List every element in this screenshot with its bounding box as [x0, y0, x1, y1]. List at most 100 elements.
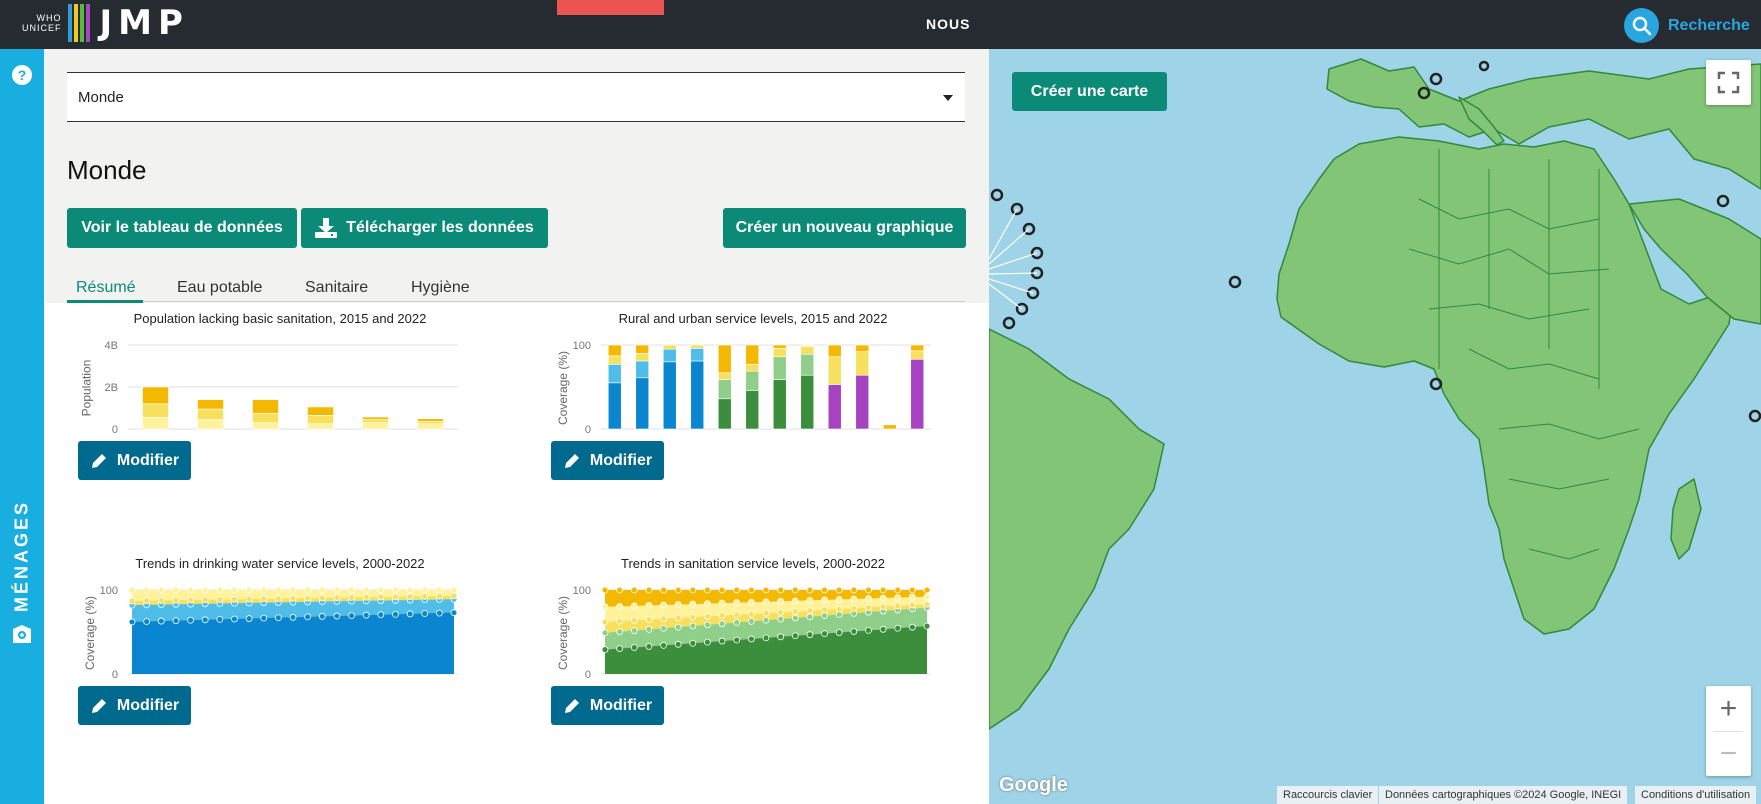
side-label-menages[interactable]: MÉNAGES [12, 500, 33, 612]
data-point [143, 618, 151, 625]
data-point [304, 594, 312, 602]
data-point [865, 626, 872, 634]
data-point [187, 616, 194, 624]
data-point [435, 592, 443, 600]
data-point [630, 602, 638, 610]
tab-sanitaire[interactable]: Sanitaire [305, 279, 368, 297]
data-point [821, 586, 828, 594]
pencil-icon [91, 453, 106, 468]
search-button[interactable]: Recherche [1624, 8, 1750, 43]
fullscreen-button[interactable] [1706, 60, 1751, 105]
zoom-controls: + − [1706, 686, 1751, 776]
data-point [201, 616, 209, 624]
data-point [289, 586, 297, 594]
zoom-in-button[interactable]: + [1706, 686, 1751, 731]
new-chart-button[interactable]: Créer un nouveau graphique [723, 208, 966, 248]
modify-button[interactable]: Modifier [551, 441, 664, 480]
data-point [747, 635, 755, 643]
data-point [806, 613, 814, 621]
view-data-table-button[interactable]: Voir le tableau de données [67, 208, 297, 248]
data-point [806, 596, 814, 604]
bar-segment [827, 344, 842, 358]
data-point [187, 596, 194, 604]
modify-label: Modifier [116, 451, 180, 469]
data-point [274, 614, 282, 622]
data-point [645, 626, 653, 633]
bar-segment [800, 346, 815, 355]
bar-segment [827, 384, 842, 430]
data-point [835, 586, 843, 594]
bar-segment [635, 353, 650, 362]
left-panel: Monde Monde Voir le tableau de données T… [44, 49, 989, 804]
create-map-button[interactable]: Créer une carte [1012, 72, 1167, 111]
chart-title: Population lacking basic sanitation, 201… [133, 311, 427, 326]
data-point [923, 622, 931, 630]
tab-hygiene[interactable]: Hygiène [411, 279, 470, 297]
y-tick-label: 2B [105, 382, 118, 394]
data-point [304, 613, 312, 621]
data-point [318, 594, 326, 602]
data-point [879, 586, 887, 594]
help-icon[interactable]: ? [12, 65, 32, 85]
bar-segment [772, 348, 787, 358]
chart-plot: 0 100 [573, 585, 931, 681]
data-point [747, 617, 755, 625]
data-point [850, 586, 858, 594]
modify-button[interactable]: Modifier [78, 686, 191, 725]
data-point [392, 586, 399, 594]
bar-segment [772, 344, 787, 349]
tab-resume[interactable]: Résumé [76, 279, 136, 297]
bar-segment [662, 348, 677, 363]
data-point [172, 596, 180, 604]
bar-segment [717, 372, 732, 380]
bar-segment [307, 415, 334, 425]
jmp-logo[interactable]: WHO UNICEF JMP [22, 3, 189, 43]
charts-area: Population lacking basic sanitation, 201… [44, 303, 989, 804]
side-strip: ? [0, 49, 44, 804]
data-point [762, 598, 770, 606]
bar-segment [252, 399, 279, 414]
data-point [157, 617, 165, 625]
pencil-icon [564, 698, 579, 713]
logo-who-text: WHO [36, 13, 62, 23]
nav-nous[interactable]: NOUS [926, 16, 970, 32]
data-point [879, 594, 887, 602]
data-point [187, 586, 194, 594]
data-point [762, 616, 770, 624]
bar-segment [855, 351, 870, 376]
download-data-button[interactable]: Télécharger les données [301, 208, 548, 248]
data-point [157, 586, 165, 594]
terms-of-use-link[interactable]: Conditions d'utilisation [1635, 786, 1757, 804]
map-view[interactable]: Créer une carte + − Google Raccourcis cl… [989, 49, 1761, 804]
modify-button[interactable]: Modifier [78, 441, 191, 480]
data-point [660, 601, 667, 609]
y-tick-label: 100 [100, 585, 118, 597]
data-point [216, 616, 224, 623]
area-layer [132, 612, 454, 674]
modify-button[interactable]: Modifier [551, 686, 664, 725]
data-point [660, 615, 667, 623]
data-point [630, 586, 638, 594]
bar-segment [607, 382, 622, 430]
bar-segment [855, 374, 870, 430]
top-header: WHO UNICEF JMP NOUS Recherche [0, 0, 1761, 49]
data-point [894, 586, 902, 594]
data-point [791, 608, 799, 615]
data-point [879, 625, 887, 633]
household-icon [13, 625, 31, 643]
chart-ylabel: Population [79, 359, 94, 417]
tab-eau-potable[interactable]: Eau potable [177, 279, 262, 297]
keyboard-shortcuts-link[interactable]: Raccourcis clavier [1277, 786, 1379, 804]
country-select[interactable]: Monde [67, 72, 965, 122]
data-point [601, 586, 609, 594]
data-point [923, 593, 931, 601]
chart-card-rural-urban: Rural and urban service levels, 2015 and… [543, 303, 963, 533]
data-point [718, 599, 726, 607]
bar-segment [197, 408, 224, 420]
data-point [377, 586, 385, 594]
data-point [601, 603, 609, 611]
bar-segment [800, 353, 815, 376]
bar-segment [307, 423, 334, 430]
data-point [894, 624, 902, 632]
zoom-out-button[interactable]: − [1706, 731, 1751, 776]
